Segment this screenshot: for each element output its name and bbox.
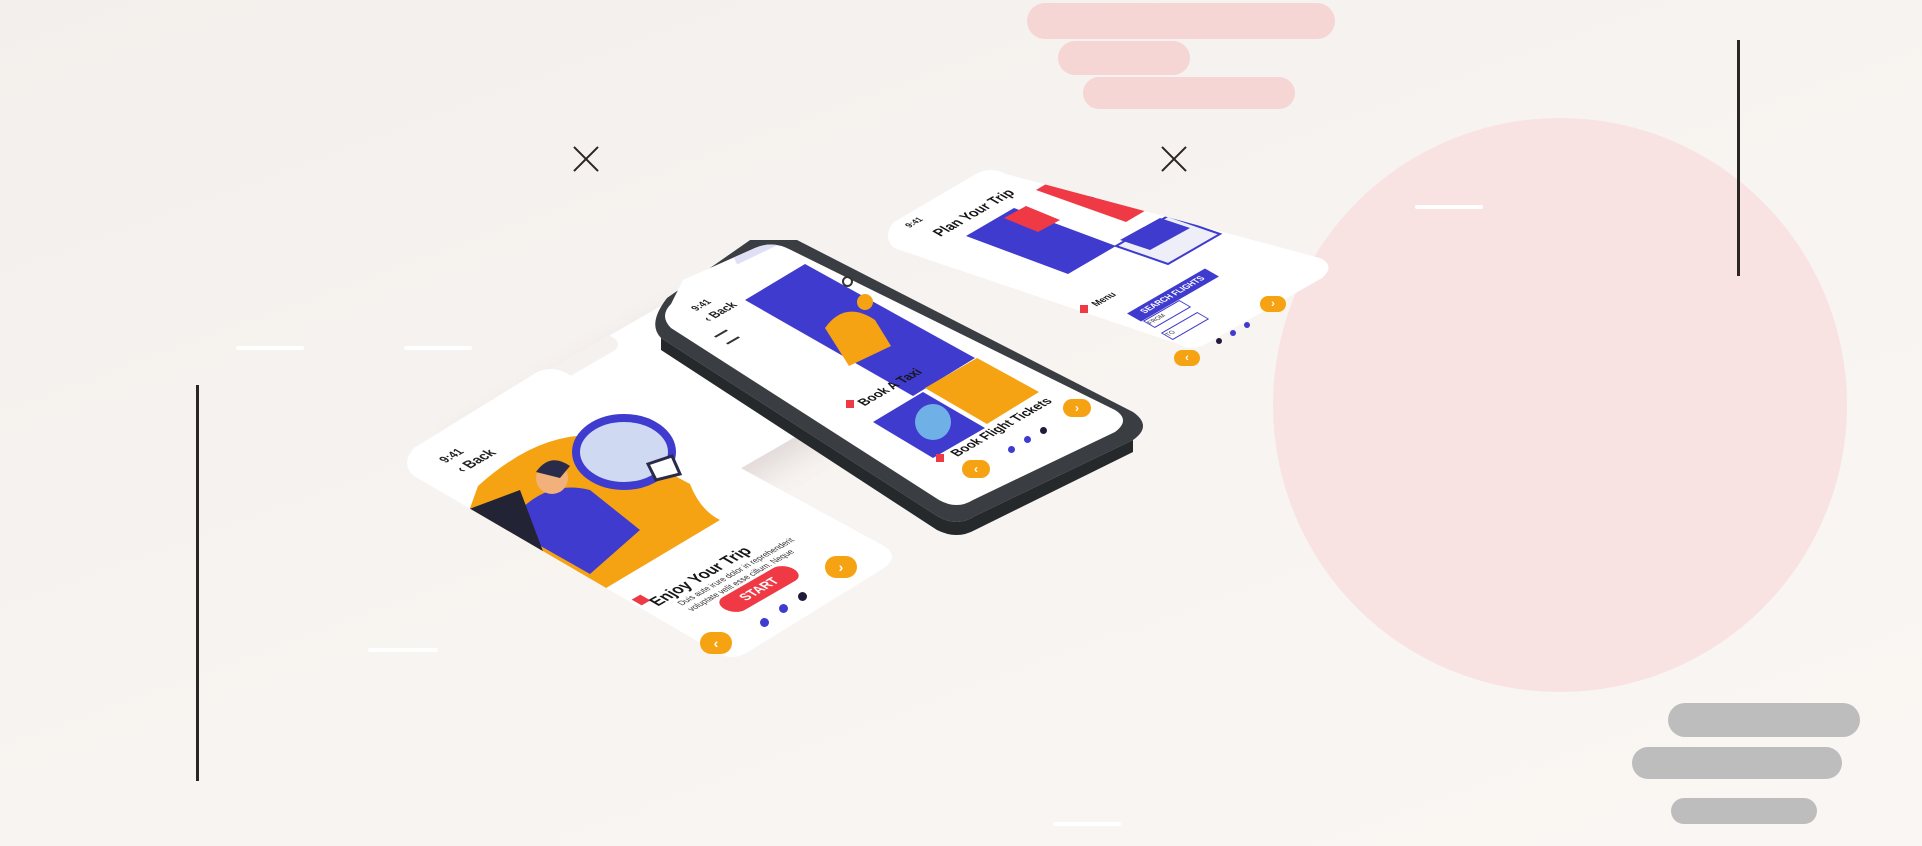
- prev-button[interactable]: ‹: [1174, 350, 1200, 366]
- cloud-gray-bar-1: [1668, 703, 1860, 737]
- cloud-pink-bar-3: [1083, 77, 1295, 109]
- vertical-line-left: [196, 385, 199, 781]
- dash-4: [1415, 205, 1483, 209]
- dash-2: [404, 346, 472, 350]
- cloud-gray-bar-2: [1632, 747, 1842, 779]
- dash-1: [236, 346, 304, 350]
- screen-plan-trip-illustration: [888, 170, 1329, 348]
- pager-dot: [1230, 330, 1236, 336]
- prev-button[interactable]: ‹: [700, 632, 732, 654]
- next-button[interactable]: ›: [825, 556, 857, 578]
- decorative-circle: [1273, 118, 1847, 692]
- close-icon: [572, 145, 600, 173]
- pager-dot: [1024, 436, 1031, 443]
- pager-dot: [1244, 322, 1250, 328]
- cloud-pink-bar-2: [1058, 41, 1190, 75]
- pager-dot: [1040, 427, 1047, 434]
- vertical-line-right: [1737, 40, 1740, 276]
- pager-dot: [779, 604, 788, 613]
- pager-dot: [760, 618, 769, 627]
- search-icon[interactable]: [842, 276, 853, 287]
- menu-marker: [1080, 305, 1088, 313]
- pager-dot: [798, 592, 807, 601]
- item-marker: [846, 400, 854, 408]
- next-button[interactable]: ›: [1063, 399, 1091, 417]
- next-button[interactable]: ›: [1260, 296, 1286, 312]
- item-marker: [936, 454, 944, 462]
- cloud-pink-bar-1: [1027, 3, 1335, 39]
- pager-dot: [1216, 338, 1222, 344]
- cloud-gray-bar-3: [1671, 798, 1817, 824]
- prev-button[interactable]: ‹: [962, 460, 990, 478]
- pager-dot: [1008, 446, 1015, 453]
- dash-5: [1053, 822, 1121, 826]
